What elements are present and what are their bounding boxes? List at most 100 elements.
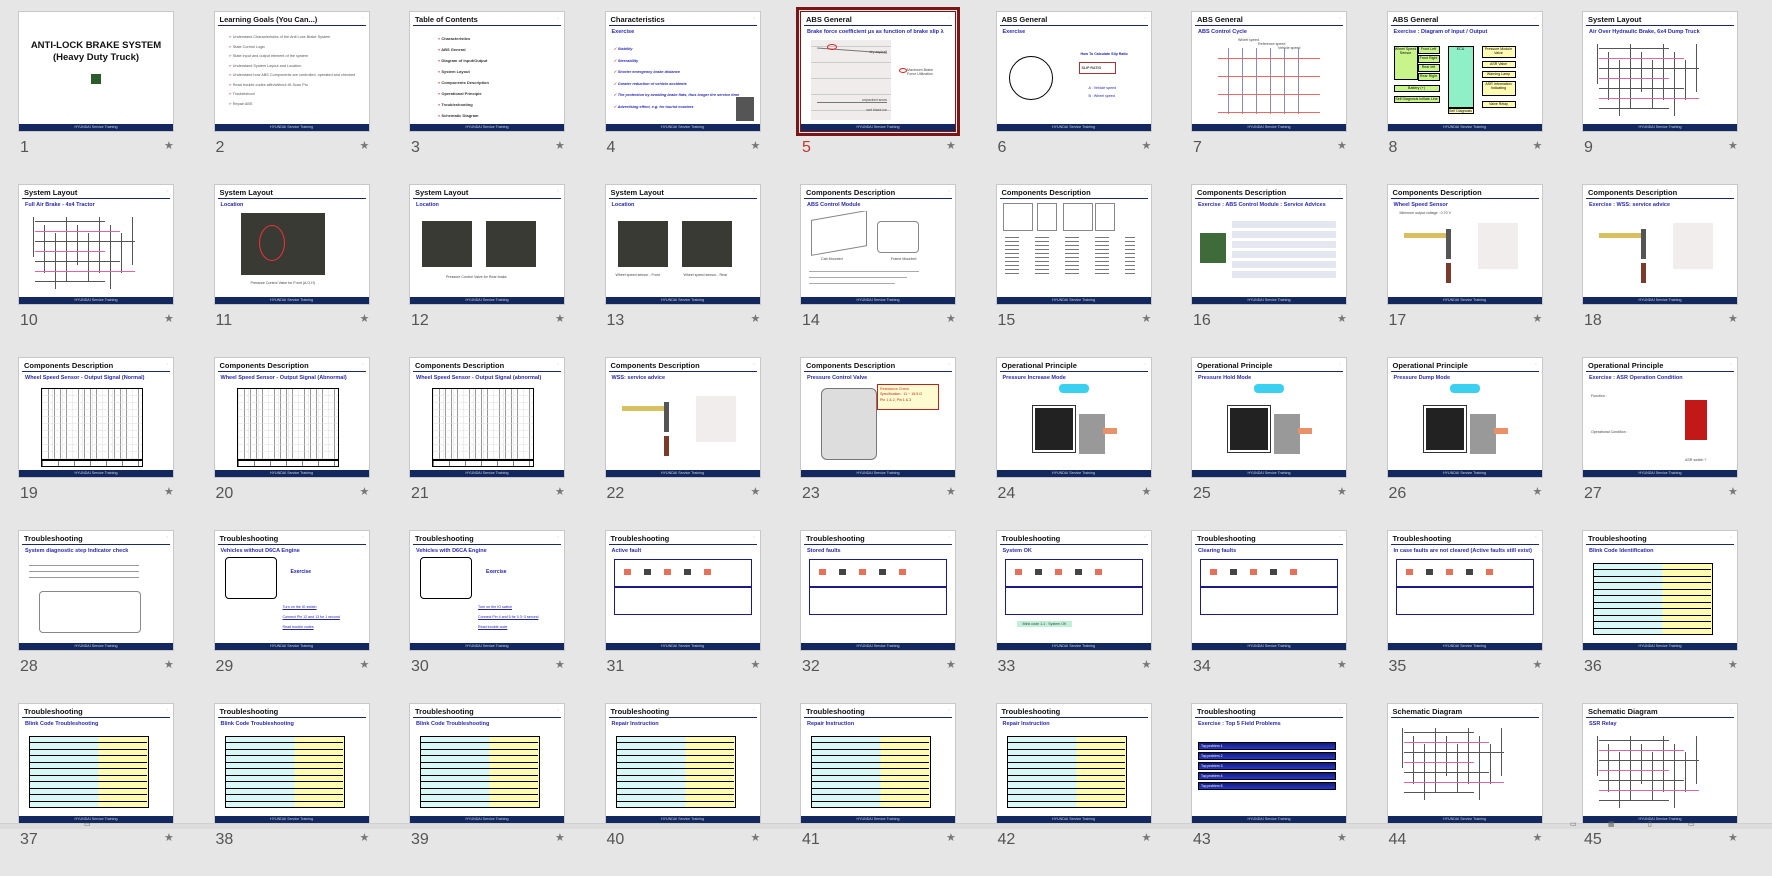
slide-thumbnail-26[interactable]: Operational Principle ▫ Pressure Dump Mode… — [1386, 357, 1543, 478]
slide-thumbnail-35[interactable]: Troubleshooting ▫ In case faults are not c… — [1386, 530, 1543, 651]
slide-thumbnail-17[interactable]: Components Description ▫ Wheel Speed Senso… — [1386, 184, 1543, 305]
slide-transition-star-icon[interactable]: ★ — [1728, 312, 1738, 325]
slide-transition-star-icon[interactable]: ★ — [946, 139, 956, 152]
slide-footer: HYUNDAI Service Training — [1192, 816, 1346, 823]
slide-transition-star-icon[interactable]: ★ — [946, 312, 956, 325]
slide-thumbnail-44[interactable]: Schematic Diagram ▫ HYUNDAI Service Traini… — [1386, 703, 1543, 824]
slide-thumbnail-19[interactable]: Components Description ▫ Wheel Speed Senso… — [18, 357, 174, 478]
slide-thumbnail-2[interactable]: Learning Goals (You Can...) ▫ Understand C… — [213, 11, 370, 132]
slide-thumbnail-5[interactable]: ABS General ▫ Brake force coefficient μs a… — [796, 7, 960, 136]
slide-thumbnail-42[interactable]: Troubleshooting ▫ Repair Instruction HYUNDA… — [995, 703, 1152, 824]
slide-transition-star-icon[interactable]: ★ — [1142, 658, 1152, 671]
slide-thumbnail-8[interactable]: ABS General ▫ Exercise : Diagram of Input … — [1386, 11, 1543, 132]
slide-transition-star-icon[interactable]: ★ — [555, 485, 565, 498]
slide-transition-star-icon[interactable]: ★ — [360, 312, 370, 325]
slide-thumbnail-33[interactable]: Troubleshooting ▫ System OK Blink code 1-1 … — [995, 530, 1152, 651]
slide-transition-star-icon[interactable]: ★ — [164, 312, 174, 325]
slide-thumbnail-28[interactable]: Troubleshooting ▫ System diagnostic step I… — [18, 530, 174, 651]
slide-transition-star-icon[interactable]: ★ — [946, 658, 956, 671]
slide-transition-star-icon[interactable]: ★ — [751, 658, 761, 671]
slide-transition-star-icon[interactable]: ★ — [555, 658, 565, 671]
slide-thumbnail-43[interactable]: Troubleshooting ▫ Exercise : Top 5 Field P… — [1191, 703, 1347, 824]
slide-transition-star-icon[interactable]: ★ — [1728, 831, 1738, 844]
slide-transition-star-icon[interactable]: ★ — [555, 831, 565, 844]
slide-thumbnail-37[interactable]: Troubleshooting ▫ Blink Code Troubleshooti… — [18, 703, 174, 824]
slide-transition-star-icon[interactable]: ★ — [164, 658, 174, 671]
slide-thumbnail-34[interactable]: Troubleshooting ▫ Clearing faults HYUNDAI S… — [1191, 530, 1347, 651]
slide-transition-star-icon[interactable]: ★ — [751, 485, 761, 498]
slide-thumbnail-10[interactable]: System Layout ▫ Full Air Brake - 4x4 Tract… — [18, 184, 174, 305]
slide-thumbnail-14[interactable]: Components Description ▫ ABS Control Modul… — [800, 184, 956, 305]
slide-transition-star-icon[interactable]: ★ — [1337, 312, 1347, 325]
slide-thumbnail-7[interactable]: ABS General ▫ ABS Control Cycle Wheel speed… — [1191, 11, 1347, 132]
slide-thumbnail-29[interactable]: Troubleshooting ▫ Vehicles without D6CA En… — [213, 530, 370, 651]
slide-thumbnail-15[interactable]: Components Description ▫ HYUNDAI Service T… — [995, 184, 1152, 305]
slide-thumbnail-6[interactable]: ABS General ▫ Exercise How To Calculate Sli… — [995, 11, 1152, 132]
slide-transition-star-icon[interactable]: ★ — [1533, 485, 1543, 498]
slide-transition-star-icon[interactable]: ★ — [164, 485, 174, 498]
slide-transition-star-icon[interactable]: ★ — [946, 485, 956, 498]
slide-transition-star-icon[interactable]: ★ — [164, 831, 174, 844]
slide-thumbnail-13[interactable]: System Layout ▫ Location Wheel speed sensor… — [604, 184, 761, 305]
slide-thumbnail-22[interactable]: Components Description ▫ WSS: service advi… — [604, 357, 761, 478]
slide-thumbnail-20[interactable]: Components Description ▫ Wheel Speed Senso… — [213, 357, 370, 478]
slide-thumbnail-1[interactable]: ANTI-LOCK BRAKE SYSTEM (Heavy Duty Truck)… — [18, 11, 174, 132]
slide-transition-star-icon[interactable]: ★ — [360, 831, 370, 844]
slide-sorter-view-icon[interactable]: ▦ — [1608, 820, 1615, 828]
slide-transition-star-icon[interactable]: ★ — [360, 139, 370, 152]
slide-transition-star-icon[interactable]: ★ — [1142, 831, 1152, 844]
slide-transition-star-icon[interactable]: ★ — [751, 139, 761, 152]
slide-transition-star-icon[interactable]: ★ — [751, 312, 761, 325]
slide-transition-star-icon[interactable]: ★ — [1728, 658, 1738, 671]
slide-thumbnail-31[interactable]: Troubleshooting ▫ Active fault HYUNDAI Serv… — [604, 530, 761, 651]
slide-transition-star-icon[interactable]: ★ — [1142, 485, 1152, 498]
slide-thumbnail-12[interactable]: System Layout ▫ Location Pressure Control V… — [409, 184, 565, 305]
slide-thumbnail-18[interactable]: Components Description ▫ Exercise : WSS: s… — [1582, 184, 1738, 305]
slide-transition-star-icon[interactable]: ★ — [164, 139, 174, 152]
slide-transition-star-icon[interactable]: ★ — [360, 658, 370, 671]
slide-thumbnail-24[interactable]: Operational Principle ▫ Pressure Increase … — [995, 357, 1152, 478]
slide-thumbnail-16[interactable]: Components Description ▫ Exercise : ABS Co… — [1191, 184, 1347, 305]
slide-thumbnail-30[interactable]: Troubleshooting ▫ Vehicles with D6CA Engin… — [409, 530, 565, 651]
slide-transition-star-icon[interactable]: ★ — [555, 139, 565, 152]
slide-thumbnail-41[interactable]: Troubleshooting ▫ Repair Instruction HYUNDA… — [800, 703, 956, 824]
slide-thumbnail-11[interactable]: System Layout ▫ Location Pressure Control V… — [213, 184, 370, 305]
slide-transition-star-icon[interactable]: ★ — [1533, 658, 1543, 671]
slide-transition-star-icon[interactable]: ★ — [1337, 658, 1347, 671]
slide-transition-star-icon[interactable]: ★ — [1533, 139, 1543, 152]
slide-transition-star-icon[interactable]: ★ — [751, 831, 761, 844]
slide-thumbnail-27[interactable]: Operational Principle ▫ Exercise : ASR Ope… — [1582, 357, 1738, 478]
slide-thumbnail-32[interactable]: Troubleshooting ▫ Stored faults HYUNDAI Ser… — [800, 530, 956, 651]
slide-transition-star-icon[interactable]: ★ — [1533, 312, 1543, 325]
slideshow-icon[interactable]: ▭ — [1688, 820, 1695, 828]
slide-thumbnail-39[interactable]: Troubleshooting ▫ Blink Code Troubleshooti… — [409, 703, 565, 824]
slide-thumbnail-36[interactable]: Troubleshooting ▫ Blink Code Identificatio… — [1582, 530, 1738, 651]
slide-transition-star-icon[interactable]: ★ — [946, 831, 956, 844]
slide-transition-star-icon[interactable]: ★ — [1728, 139, 1738, 152]
slide-transition-star-icon[interactable]: ★ — [1533, 831, 1543, 844]
slide-transition-star-icon[interactable]: ★ — [1337, 485, 1347, 498]
slide-thumbnail-3[interactable]: Table of Contents ▫ Characteristics ABS Gen… — [409, 11, 565, 132]
slide-title: Table of Contents — [415, 15, 478, 24]
slide-cell: Components Description ▫ Wheel Speed Senso… — [213, 357, 370, 530]
slide-thumbnail-45[interactable]: Schematic Diagram ▫ SSR Relay HYUNDAI Servi… — [1582, 703, 1738, 824]
slide-thumbnail-21[interactable]: Components Description ▫ Wheel Speed Senso… — [409, 357, 565, 478]
reading-view-icon[interactable]: ▯ — [1648, 820, 1652, 828]
slide-thumbnail-25[interactable]: Operational Principle ▫ Pressure Hold Mode… — [1191, 357, 1347, 478]
slide-transition-star-icon[interactable]: ★ — [1142, 312, 1152, 325]
slide-thumbnail-40[interactable]: Troubleshooting ▫ Repair Instruction HYUNDA… — [604, 703, 761, 824]
slide-transition-star-icon[interactable]: ★ — [1142, 139, 1152, 152]
slide-transition-star-icon[interactable]: ★ — [360, 485, 370, 498]
slide-transition-star-icon[interactable]: ★ — [1337, 139, 1347, 152]
slide-thumbnail-4[interactable]: Characteristics ▫ Exercise Stability Steerab… — [604, 11, 761, 132]
slide-title: Schematic Diagram — [1392, 707, 1463, 716]
slide-thumbnail-38[interactable]: Troubleshooting ▫ Blink Code Troubleshooti… — [213, 703, 370, 824]
normal-view-icon[interactable]: ▭ — [1570, 820, 1577, 828]
slide-transition-star-icon[interactable]: ★ — [555, 312, 565, 325]
slide-transition-star-icon[interactable]: ★ — [1337, 831, 1347, 844]
slide-transition-star-icon[interactable]: ★ — [1728, 485, 1738, 498]
wire-line — [1597, 736, 1598, 776]
notes-icon[interactable]: ▭ — [84, 820, 91, 828]
slide-thumbnail-23[interactable]: Components Description ▫ Pressure Control … — [800, 357, 956, 478]
slide-thumbnail-9[interactable]: System Layout ▫ Air Over Hydraulic Brake, … — [1582, 11, 1738, 132]
